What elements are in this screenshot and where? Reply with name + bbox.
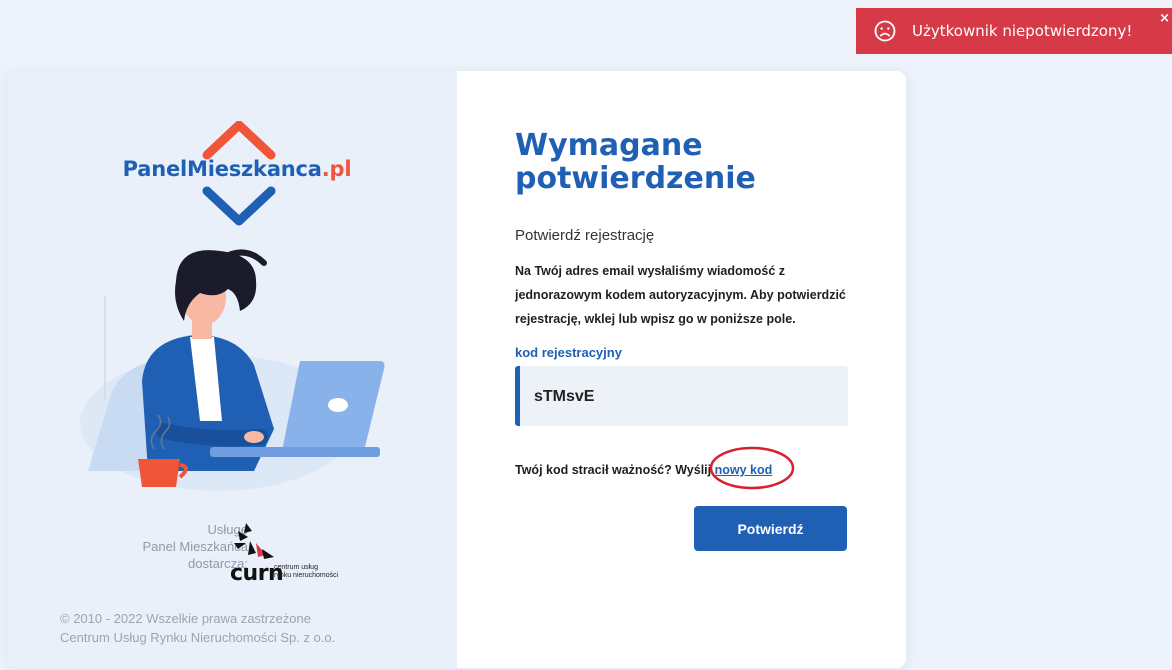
logo-text: PanelMieszkanca.pl [122,157,352,181]
curn-logo: curn centrum usług rynku nieruchomości [230,521,370,586]
form-description: Na Twój adres email wysłaliśmy wiadomość… [515,264,846,326]
panel-mieszkanca-logo: PanelMieszkanca.pl [112,121,362,231]
curn-mark-icon [234,523,274,559]
login-card: PanelMieszkanca.pl Usługę Panel Mieszkań [8,71,906,668]
confirmation-form: Wymagane potwierdzenie Potwierdź rejestr… [457,71,906,668]
sad-face-icon [874,20,896,42]
code-label: kod rejestracyjny [515,345,622,360]
brand-panel: PanelMieszkanca.pl Usługę Panel Mieszkań [8,71,457,668]
form-subtitle: Potwierdź rejestrację [515,227,655,244]
toast-close-button[interactable]: × [1159,12,1170,25]
code-field [515,366,848,428]
curn-subtitle: centrum usług rynku nieruchomości [274,564,339,579]
page-title: Wymagane potwierdzenie [515,128,756,196]
error-toast: Użytkownik niepotwierdzony! × [856,8,1172,54]
toast-message: Użytkownik niepotwierdzony! [912,22,1133,40]
service-credits: Usługę Panel Mieszkańca dostarcza: [142,522,249,571]
confirm-button[interactable]: Potwierdź [694,506,847,551]
highlight-circle-annotation [709,446,795,490]
copyright: © 2010 - 2022 Wszelkie prawa zastrzeżone… [60,611,336,645]
person-with-laptop-illustration [80,249,385,491]
code-input[interactable] [532,366,836,428]
